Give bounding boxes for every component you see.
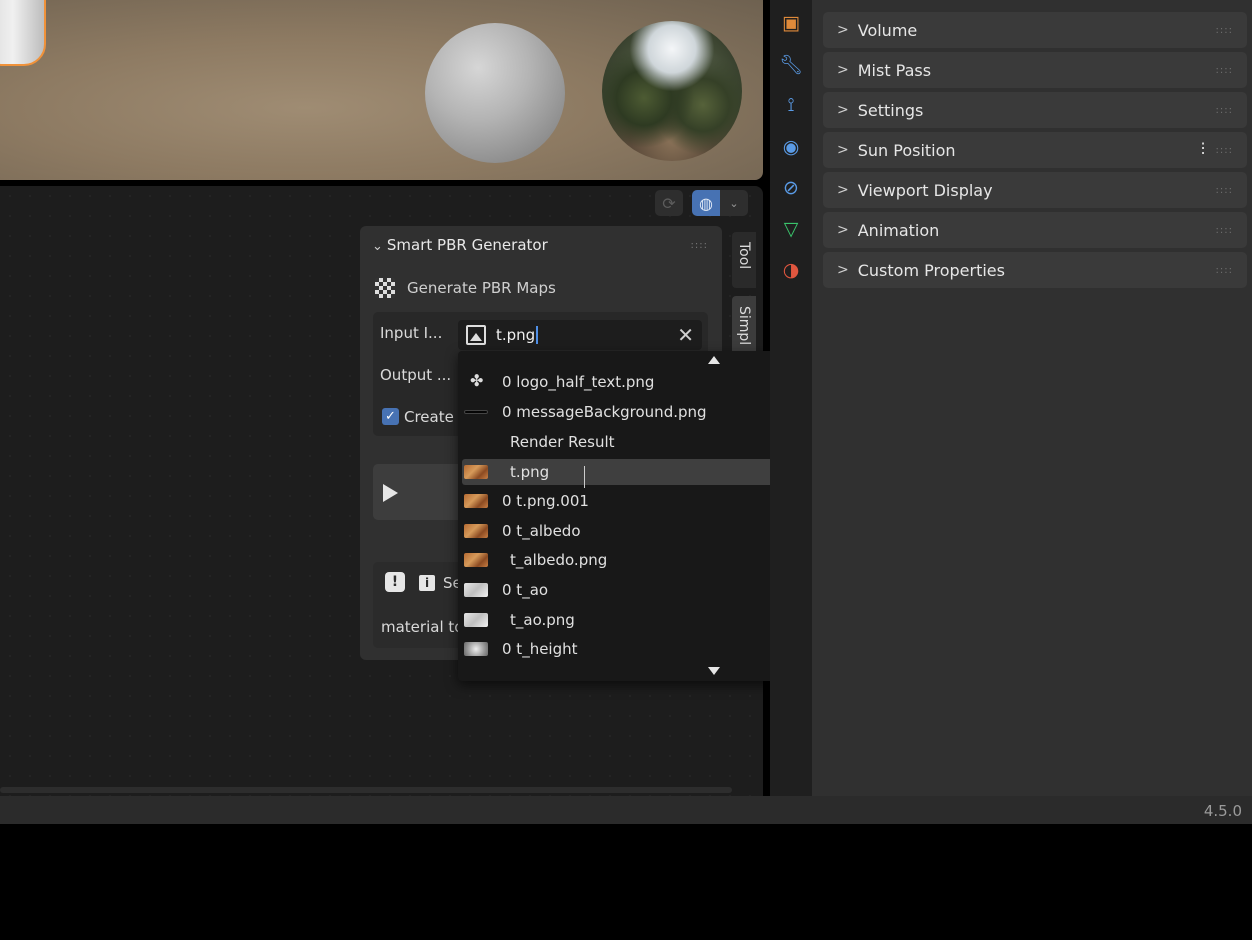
properties-tab-column: [770, 0, 812, 796]
section-mist-pass[interactable]: > Mist Pass ::::: [823, 52, 1247, 88]
section-animation[interactable]: > Animation ::::: [823, 212, 1247, 248]
list-item-label: t.png: [510, 463, 550, 481]
input-image-value[interactable]: t.png: [496, 326, 539, 345]
particles-icon[interactable]: ⟟: [779, 93, 803, 117]
tab-simple[interactable]: Simpl: [732, 296, 756, 356]
scroll-down-icon[interactable]: [708, 667, 720, 675]
text-caret: [536, 326, 539, 345]
gray-sphere-object[interactable]: [425, 23, 565, 163]
ao-thumbnail-icon: [464, 613, 488, 627]
image-thumbnail-icon: [464, 410, 488, 414]
section-volume[interactable]: > Volume ::::: [823, 12, 1247, 48]
material-text: material to: [381, 618, 464, 636]
chevron-right-icon: >: [837, 22, 849, 38]
presets-icon[interactable]: ⫶: [1201, 140, 1205, 160]
info-bubble-icon: !: [385, 572, 405, 592]
input-image-field[interactable]: t.png ✕: [458, 320, 702, 350]
section-label: Animation: [857, 220, 940, 240]
wood-thumbnail-icon: [464, 494, 488, 508]
chevron-down-icon[interactable]: ⌄: [720, 190, 748, 216]
chevron-right-icon: >: [837, 182, 849, 198]
drag-handle-icon[interactable]: ::::: [1216, 105, 1233, 116]
section-label: Volume: [857, 20, 918, 40]
overlay-toggle-icon[interactable]: ⟳: [655, 190, 683, 216]
wood-thumbnail-icon: [464, 524, 488, 538]
chevron-right-icon: >: [837, 142, 849, 158]
tab-tool[interactable]: Tool: [732, 232, 756, 288]
mirror-sphere-object[interactable]: [602, 21, 742, 161]
create-checkbox[interactable]: ✓: [382, 408, 399, 425]
panel-header[interactable]: ⌄ Smart PBR Generator: [372, 236, 548, 254]
list-item-label: 0 logo_half_text.png: [502, 373, 655, 391]
drag-handle-icon[interactable]: ::::: [1216, 265, 1233, 276]
object-icon[interactable]: ▣: [779, 11, 803, 35]
list-item-label: t_albedo.png: [510, 551, 608, 569]
drag-handle-icon[interactable]: ::::: [1216, 225, 1233, 236]
list-item-label: Render Result: [510, 433, 615, 451]
section-custom-properties[interactable]: > Custom Properties ::::: [823, 252, 1247, 288]
generate-label: Generate PBR Maps: [407, 279, 556, 297]
material-icon[interactable]: ◑: [779, 258, 803, 282]
constraints-icon[interactable]: ⊘: [779, 176, 803, 200]
physics-icon[interactable]: ◉: [779, 135, 803, 159]
wood-thumbnail-icon: [464, 465, 488, 479]
list-item-label: 0 t.png.001: [502, 492, 589, 510]
chevron-right-icon: >: [837, 262, 849, 278]
checkerboard-icon: [375, 278, 395, 298]
list-item-label: 0 t_ao: [502, 581, 549, 599]
status-bar: 4.5.0: [0, 796, 1252, 824]
chevron-down-icon[interactable]: ⌄: [372, 239, 383, 254]
drag-handle-icon[interactable]: ::::: [1216, 145, 1233, 156]
scroll-up-icon[interactable]: [708, 356, 720, 364]
shading-mode-icon[interactable]: ◍: [692, 190, 720, 216]
list-item-label: t_ao.png: [510, 611, 575, 629]
info-icon: i: [419, 575, 435, 591]
version-label: 4.5.0: [1203, 802, 1242, 820]
section-label: Mist Pass: [857, 60, 932, 80]
section-sun-position[interactable]: > Sun Position ⫶ ::::: [823, 132, 1247, 168]
play-icon: [383, 484, 398, 502]
list-item-label: 0 t_albedo: [502, 522, 581, 540]
generate-row: Generate PBR Maps: [375, 278, 556, 298]
object-data-icon[interactable]: ▽: [779, 217, 803, 241]
chevron-right-icon: >: [837, 222, 849, 238]
empty-thumbnail: [464, 435, 488, 449]
panel-title: Smart PBR Generator: [386, 236, 548, 254]
text-cursor-icon: [584, 466, 590, 488]
drag-handle-icon[interactable]: ::::: [691, 240, 708, 251]
selected-cylinder-object[interactable]: [0, 0, 46, 66]
height-thumbnail-icon: [464, 642, 488, 656]
image-icon: [466, 325, 486, 345]
section-viewport-display[interactable]: > Viewport Display ::::: [823, 172, 1247, 208]
close-icon[interactable]: ✕: [677, 323, 694, 347]
3d-viewport[interactable]: [0, 0, 763, 180]
horizontal-scrollbar[interactable]: [0, 787, 732, 793]
list-item-label: 0 t_height: [502, 640, 578, 658]
list-item-label: 0 messageBackground.png: [502, 403, 707, 421]
create-label: Create: [404, 408, 454, 426]
section-settings[interactable]: > Settings ::::: [823, 92, 1247, 128]
wrench-icon[interactable]: 🔧︎: [779, 52, 803, 76]
logo-thumbnail-icon: [464, 371, 488, 390]
drag-handle-icon[interactable]: ::::: [1216, 185, 1233, 196]
section-label: Sun Position: [857, 140, 956, 160]
section-label: Viewport Display: [857, 180, 993, 200]
ao-thumbnail-icon: [464, 583, 488, 597]
input-image-label: Input I...: [380, 324, 443, 342]
section-label: Settings: [857, 100, 924, 120]
chevron-right-icon: >: [837, 62, 849, 78]
section-label: Custom Properties: [857, 260, 1005, 280]
wood-thumbnail-icon: [464, 553, 488, 567]
drag-handle-icon[interactable]: ::::: [1216, 65, 1233, 76]
chevron-right-icon: >: [837, 102, 849, 118]
drag-handle-icon[interactable]: ::::: [1216, 25, 1233, 36]
output-label: Output ...: [380, 366, 452, 384]
